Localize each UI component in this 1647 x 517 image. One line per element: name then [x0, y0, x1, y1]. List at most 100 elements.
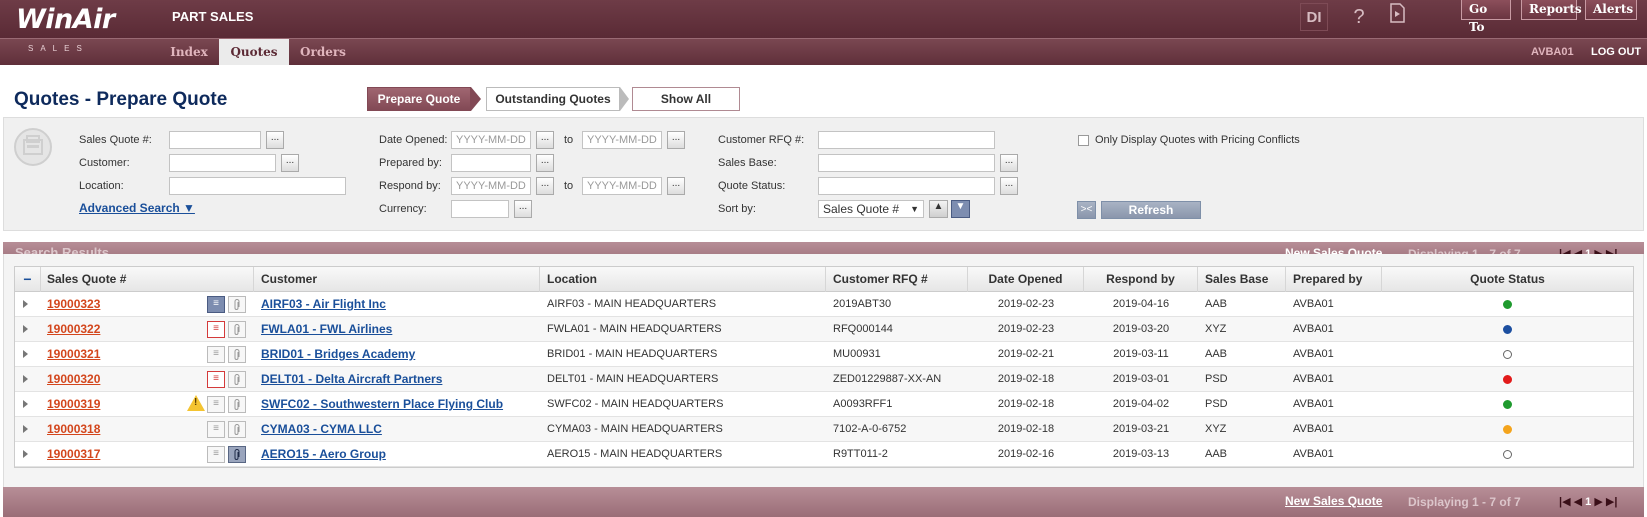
sales-base-lookup-button[interactable]: ... [1000, 154, 1018, 172]
prepared-by-lookup-button[interactable]: ... [536, 154, 554, 172]
customer-input[interactable] [169, 154, 276, 172]
col-customer-rfq[interactable]: Customer RFQ # [826, 267, 968, 292]
date-opened-to-picker[interactable]: ... [667, 131, 685, 149]
notes-icon[interactable]: ≡ [207, 446, 225, 463]
sales-quote-link[interactable]: 19000321 [47, 347, 100, 361]
attachment-icon[interactable] [228, 346, 246, 363]
sales-quote-link[interactable]: 19000322 [47, 322, 100, 336]
date-opened-from-picker[interactable]: ... [536, 131, 554, 149]
sort-descending-button[interactable]: ▼ [951, 200, 970, 218]
attachment-icon[interactable] [228, 396, 246, 413]
last-page-icon[interactable]: ▶| [1606, 496, 1618, 508]
attachment-icon[interactable] [228, 321, 246, 338]
date-opened-to-input[interactable]: YYYY-MM-DD [582, 131, 662, 149]
tab-index[interactable]: Index [162, 39, 216, 65]
table-row[interactable]: 19000323 ≡ AIRF03 - Air Flight Inc AIRF03 -… [15, 292, 1633, 317]
customer-link[interactable]: FWLA01 - FWL Airlines [261, 322, 392, 336]
col-sales-quote[interactable]: Sales Quote # [41, 267, 254, 292]
table-row[interactable]: 19000320 ≡ DELT01 - Delta Aircraft Partner… [15, 367, 1633, 392]
expand-row-icon[interactable] [23, 450, 28, 458]
notes-icon[interactable]: ≡ [207, 346, 225, 363]
first-page-icon[interactable]: |◀ [1559, 496, 1571, 508]
goto-button[interactable]: Go To [1461, 0, 1511, 34]
prev-page-icon[interactable]: ◀ [1574, 496, 1582, 508]
sales-quote-input[interactable] [169, 131, 261, 149]
pricing-conflicts-checkbox[interactable] [1078, 135, 1089, 146]
col-respond-by[interactable]: Respond by [1084, 267, 1198, 292]
sales-quote-link[interactable]: 19000317 [47, 447, 100, 461]
notes-icon[interactable]: ≡ [207, 296, 225, 313]
sales-base-input[interactable] [818, 154, 995, 172]
table-row[interactable]: 19000319! ≡ SWFC02 - Southwestern Place Fl… [15, 392, 1633, 417]
video-icon[interactable] [1383, 3, 1411, 31]
date-opened-from-input[interactable]: YYYY-MM-DD [451, 131, 531, 149]
prepared-by-input[interactable] [451, 154, 531, 172]
customer-rfq-input[interactable] [818, 131, 995, 149]
expand-row-icon[interactable] [23, 425, 28, 433]
notes-icon[interactable]: ≡ [207, 421, 225, 438]
respond-by-from-picker[interactable]: ... [536, 177, 554, 195]
winair-logo[interactable]: WinAir [16, 4, 115, 35]
logout-link[interactable]: LOG OUT [1591, 39, 1641, 65]
respond-by-to-input[interactable]: YYYY-MM-DD [582, 177, 662, 195]
customer-link[interactable]: BRID01 - Bridges Academy [261, 347, 415, 361]
next-page-icon[interactable]: ▶ [1594, 496, 1602, 508]
new-sales-quote-link[interactable]: New Sales Quote [1285, 494, 1382, 508]
sales-quote-lookup-button[interactable]: ... [266, 131, 284, 149]
help-icon[interactable]: ? [1345, 3, 1373, 31]
alerts-button[interactable]: Alerts [1585, 0, 1637, 20]
clear-filters-button[interactable]: >< [1077, 201, 1096, 219]
reports-button[interactable]: Reports [1521, 0, 1582, 20]
attachment-icon[interactable] [228, 296, 246, 313]
expand-row-icon[interactable] [23, 325, 28, 333]
col-quote-status[interactable]: Quote Status [1382, 267, 1633, 292]
col-prepared-by[interactable]: Prepared by [1286, 267, 1382, 292]
show-all-button[interactable]: Show All [632, 87, 740, 111]
customer-link[interactable]: AERO15 - Aero Group [261, 447, 386, 461]
di-icon[interactable]: DI [1300, 3, 1328, 31]
refresh-button[interactable]: Refresh [1101, 201, 1201, 219]
attachment-icon[interactable] [228, 446, 246, 463]
customer-link[interactable]: DELT01 - Delta Aircraft Partners [261, 372, 442, 386]
respond-by-from-input[interactable]: YYYY-MM-DD [451, 177, 531, 195]
customer-link[interactable]: SWFC02 - Southwestern Place Flying Club [261, 397, 503, 411]
table-row[interactable]: 19000317 ≡ AERO15 - Aero Group AERO15 - MAI… [15, 442, 1633, 467]
sort-ascending-button[interactable]: ▲ [929, 200, 948, 218]
notes-icon[interactable]: ≡ [207, 371, 225, 388]
customer-link[interactable]: CYMA03 - CYMA LLC [261, 422, 382, 436]
sales-quote-link[interactable]: 19000323 [47, 297, 100, 311]
expand-row-icon[interactable] [23, 300, 28, 308]
respond-by-to-picker[interactable]: ... [667, 177, 685, 195]
sort-by-select[interactable]: Sales Quote # ▼ [818, 200, 924, 218]
col-date-opened[interactable]: Date Opened [968, 267, 1084, 292]
table-row[interactable]: 19000318 ≡ CYMA03 - CYMA LLC CYMA03 - MAIN … [15, 417, 1633, 442]
page-number[interactable]: 1 [1585, 496, 1591, 508]
quote-status-input[interactable] [818, 177, 995, 195]
customer-lookup-button[interactable]: ... [281, 154, 299, 172]
expand-row-icon[interactable] [23, 375, 28, 383]
table-row[interactable]: 19000322 ≡ FWLA01 - FWL Airlines FWLA01 - M… [15, 317, 1633, 342]
attachment-icon[interactable] [228, 421, 246, 438]
sales-quote-link[interactable]: 19000319 [47, 397, 100, 411]
col-location[interactable]: Location [540, 267, 826, 292]
advanced-search-link[interactable]: Advanced Search ▼ [79, 201, 195, 215]
col-sales-base[interactable]: Sales Base [1198, 267, 1286, 292]
customer-link[interactable]: AIRF03 - Air Flight Inc [261, 297, 386, 311]
collapse-all-icon[interactable]: − [15, 267, 41, 292]
sales-quote-link[interactable]: 19000320 [47, 372, 100, 386]
expand-row-icon[interactable] [23, 400, 28, 408]
attachment-icon[interactable] [228, 371, 246, 388]
tab-orders[interactable]: Orders [292, 39, 354, 65]
tab-quotes[interactable]: Quotes [219, 39, 289, 65]
step-prepare-quote[interactable]: Prepare Quote [367, 87, 471, 111]
notes-icon[interactable]: ≡ [207, 396, 225, 413]
expand-row-icon[interactable] [23, 350, 28, 358]
notes-icon[interactable]: ≡ [207, 321, 225, 338]
quote-status-lookup-button[interactable]: ... [1000, 177, 1018, 195]
currency-lookup-button[interactable]: ... [514, 200, 532, 218]
col-customer[interactable]: Customer [254, 267, 540, 292]
location-input[interactable] [169, 177, 346, 195]
step-outstanding-quotes[interactable]: Outstanding Quotes [486, 87, 620, 111]
sales-quote-link[interactable]: 19000318 [47, 422, 100, 436]
table-row[interactable]: 19000321 ≡ BRID01 - Bridges Academy BRID01 … [15, 342, 1633, 367]
